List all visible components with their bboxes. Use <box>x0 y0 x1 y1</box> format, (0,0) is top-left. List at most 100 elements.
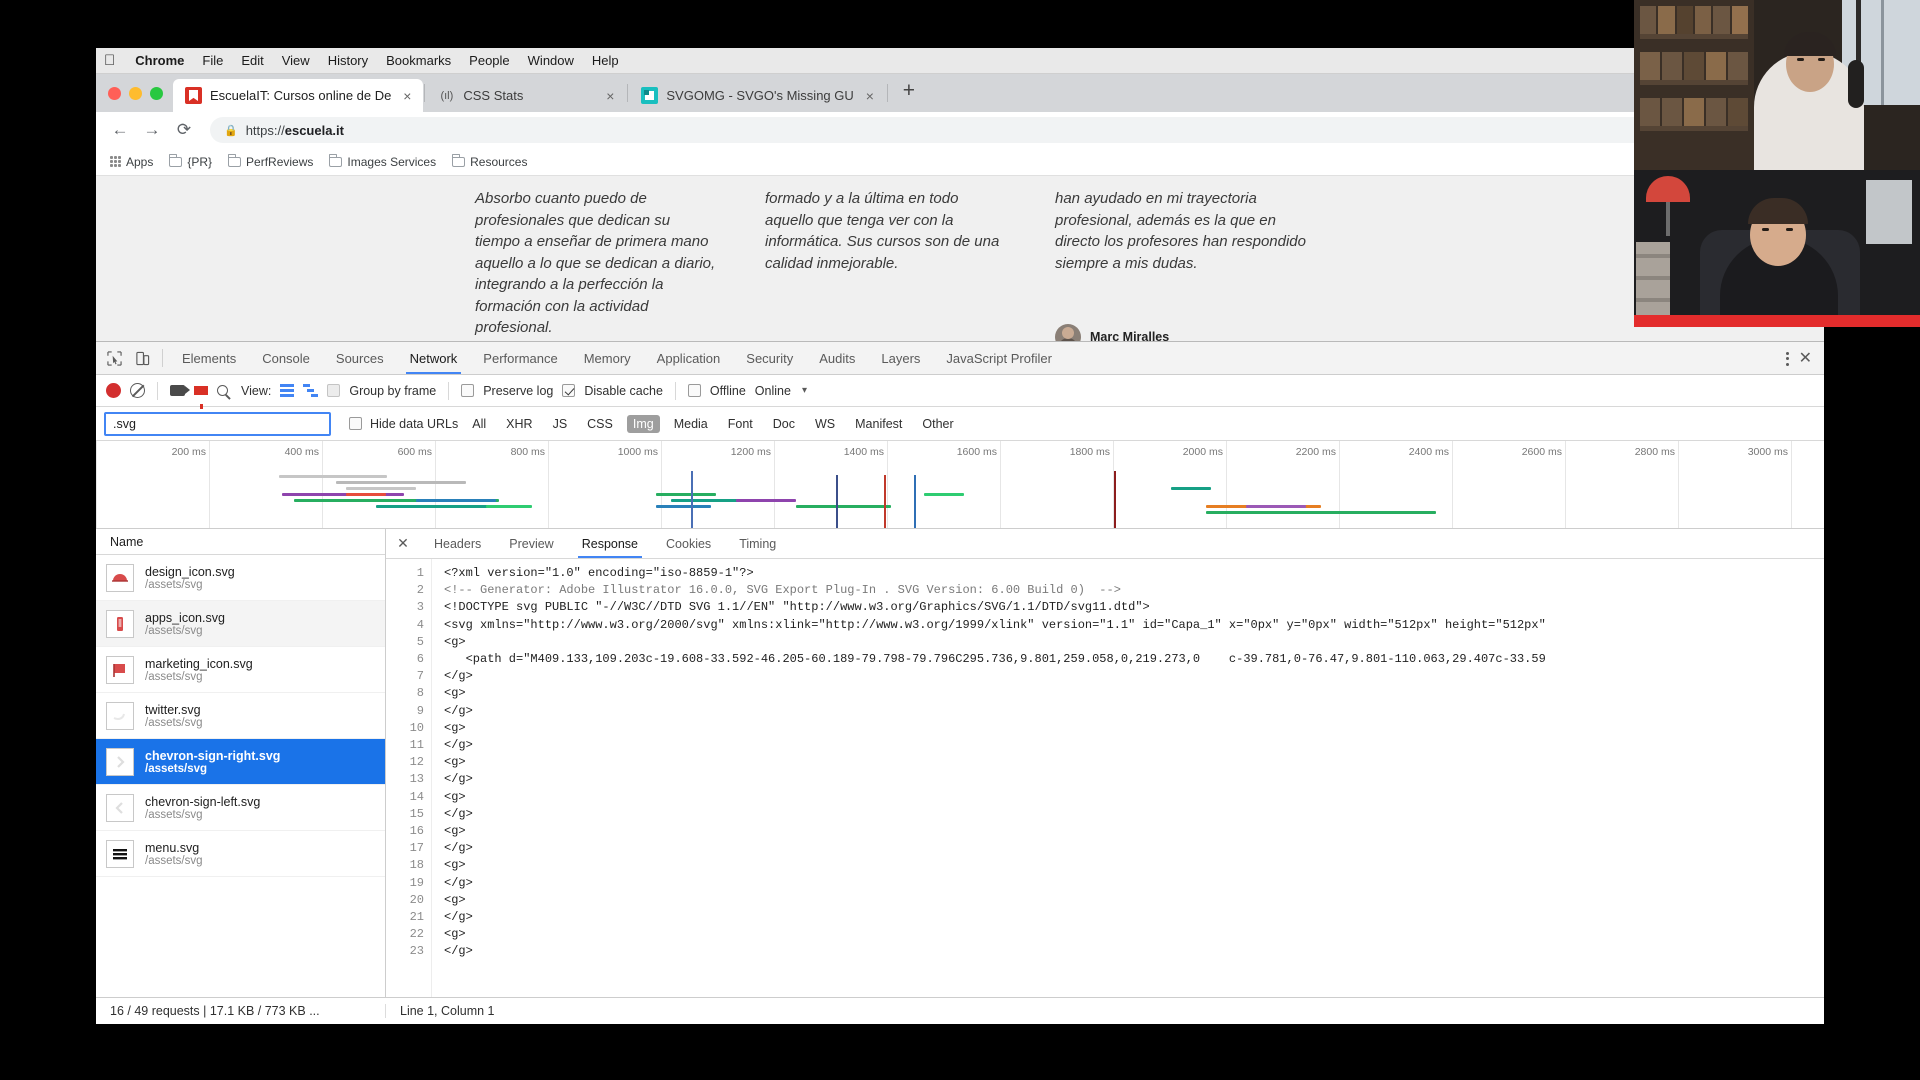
detail-tab-headers[interactable]: Headers <box>420 529 495 558</box>
browser-tab-svgomg[interactable]: SVGOMG - SVGO's Missing GU × <box>629 79 885 112</box>
menu-item-chrome[interactable]: Chrome <box>135 53 184 68</box>
tab-audits[interactable]: Audits <box>806 342 868 374</box>
table-row[interactable]: marketing_icon.svg /assets/svg <box>96 647 385 693</box>
table-row[interactable]: twitter.svg /assets/svg <box>96 693 385 739</box>
tab-memory[interactable]: Memory <box>571 342 644 374</box>
filter-type-manifest[interactable]: Manifest <box>849 415 908 433</box>
browser-tab-css-stats[interactable]: (ıl) CSS Stats × <box>426 79 626 112</box>
chevron-right-thumb <box>106 747 134 776</box>
bookmark-pr[interactable]: {PR} <box>168 154 212 169</box>
response-code-viewer[interactable]: 1 2 3 4 5 6 7 8 9 10 11 12 13 14 15 16 1… <box>386 559 1824 997</box>
browser-tab-escuelait[interactable]: EscuelaIT: Cursos online de De × <box>173 79 424 112</box>
testimonial-quote: formado y a la última en todo aquello qu… <box>765 190 1000 272</box>
inspect-element-icon[interactable] <box>100 342 128 374</box>
menu-item-file[interactable]: File <box>202 53 223 68</box>
filter-funnel-icon[interactable] <box>194 386 208 409</box>
search-icon[interactable] <box>217 385 228 396</box>
tab-console[interactable]: Console <box>249 342 323 374</box>
request-path: /assets/svg <box>145 854 203 867</box>
waterfall-view-icon[interactable] <box>303 384 319 397</box>
new-tab-button[interactable]: + <box>889 79 929 103</box>
tab-layers[interactable]: Layers <box>868 342 933 374</box>
record-button-icon[interactable] <box>106 383 121 398</box>
testimonials-section: Absorbo cuanto puedo de profesionales qu… <box>96 176 1824 341</box>
detail-tab-timing[interactable]: Timing <box>725 529 790 558</box>
offline-checkbox[interactable] <box>687 384 701 397</box>
tab-application[interactable]: Application <box>644 342 734 374</box>
apple-icon[interactable]:  <box>104 53 117 68</box>
tab-close-button[interactable]: × <box>399 88 415 104</box>
back-button[interactable]: ← <box>106 116 134 144</box>
address-bar[interactable]: 🔒 https://escuela.it <box>210 117 1814 143</box>
webcam-feed-presenter-bottom[interactable] <box>1634 170 1920 327</box>
list-view-icon[interactable] <box>280 384 295 397</box>
device-toolbar-icon[interactable] <box>128 342 156 374</box>
tab-close-button[interactable]: × <box>862 88 878 104</box>
request-rows[interactable]: design_icon.svg /assets/svg apps_icon.sv… <box>96 555 385 997</box>
disable-cache-checkbox[interactable] <box>562 384 576 397</box>
table-row-selected[interactable]: chevron-sign-right.svg /assets/svg <box>96 739 385 785</box>
tab-network[interactable]: Network <box>397 342 471 374</box>
line-number: 1 <box>416 566 424 580</box>
network-overview-timeline[interactable]: 200 ms 400 ms 600 ms 800 ms 1000 ms 1200… <box>96 441 1824 529</box>
table-row[interactable]: menu.svg /assets/svg <box>96 831 385 877</box>
filter-type-all[interactable]: All <box>466 415 492 433</box>
presenter-eye <box>1762 228 1769 231</box>
detail-tab-preview[interactable]: Preview <box>495 529 567 558</box>
bookmark-resources[interactable]: Resources <box>451 154 527 169</box>
minimize-window-button[interactable] <box>129 86 142 100</box>
camera-icon[interactable] <box>170 385 190 396</box>
code-text[interactable]: <?xml version="1.0" encoding="iso-8859-1… <box>432 559 1824 997</box>
webcam-feed-presenter-top[interactable] <box>1634 0 1920 170</box>
filter-type-font[interactable]: Font <box>722 415 759 433</box>
filter-type-other[interactable]: Other <box>916 415 959 433</box>
table-row[interactable]: apps_icon.svg /assets/svg <box>96 601 385 647</box>
kebab-menu-icon[interactable] <box>1785 351 1789 366</box>
throttling-select[interactable]: Online <box>755 384 791 398</box>
close-icon[interactable]: ✕ <box>386 529 420 558</box>
filter-input[interactable] <box>104 411 331 436</box>
bookmark-apps[interactable]: Apps <box>110 155 153 169</box>
table-row[interactable]: chevron-sign-left.svg /assets/svg <box>96 785 385 831</box>
tab-security[interactable]: Security <box>733 342 806 374</box>
filter-type-ws[interactable]: WS <box>809 415 841 433</box>
tab-sources[interactable]: Sources <box>323 342 397 374</box>
menu-item-history[interactable]: History <box>328 53 368 68</box>
chevron-down-icon[interactable]: ▾ <box>802 385 807 396</box>
code-line: </g> <box>444 944 473 959</box>
tab-elements[interactable]: Elements <box>169 342 249 374</box>
detail-tab-response[interactable]: Response <box>568 529 652 558</box>
detail-tab-cookies[interactable]: Cookies <box>652 529 725 558</box>
hide-data-urls-checkbox[interactable] <box>349 417 362 430</box>
menu-item-bookmarks[interactable]: Bookmarks <box>386 53 451 68</box>
tab-title: CSS Stats <box>463 88 524 103</box>
menu-item-view[interactable]: View <box>282 53 310 68</box>
filter-type-js[interactable]: JS <box>547 415 574 433</box>
maximize-window-button[interactable] <box>150 86 163 100</box>
menu-item-edit[interactable]: Edit <box>241 53 263 68</box>
column-header-name[interactable]: Name <box>96 529 385 555</box>
menu-item-window[interactable]: Window <box>528 53 574 68</box>
filter-type-css[interactable]: CSS <box>581 415 619 433</box>
table-row[interactable]: design_icon.svg /assets/svg <box>96 555 385 601</box>
filter-type-xhr[interactable]: XHR <box>500 415 538 433</box>
filter-type-doc[interactable]: Doc <box>767 415 801 433</box>
close-icon[interactable]: ✕ <box>1799 350 1812 367</box>
reload-button[interactable]: ⟳ <box>170 116 198 144</box>
menu-item-people[interactable]: People <box>469 53 509 68</box>
code-line: <g> <box>444 892 466 907</box>
filter-type-img[interactable]: Img <box>626 414 660 433</box>
bookmark-perfreviews[interactable]: PerfReviews <box>227 154 313 169</box>
close-window-button[interactable] <box>108 86 121 100</box>
menu-item-help[interactable]: Help <box>592 53 619 68</box>
tab-javascript-profiler[interactable]: JavaScript Profiler <box>933 342 1064 374</box>
tab-close-button[interactable]: × <box>602 88 618 104</box>
preserve-log-checkbox[interactable] <box>461 384 475 397</box>
filter-type-media[interactable]: Media <box>668 415 714 433</box>
tab-performance[interactable]: Performance <box>470 342 570 374</box>
group-by-frame-checkbox[interactable] <box>327 384 341 397</box>
forward-button[interactable]: → <box>138 116 166 144</box>
bookmark-images-services[interactable]: Images Services <box>329 154 436 169</box>
view-label: View: <box>241 383 272 398</box>
clear-icon[interactable] <box>130 383 145 398</box>
